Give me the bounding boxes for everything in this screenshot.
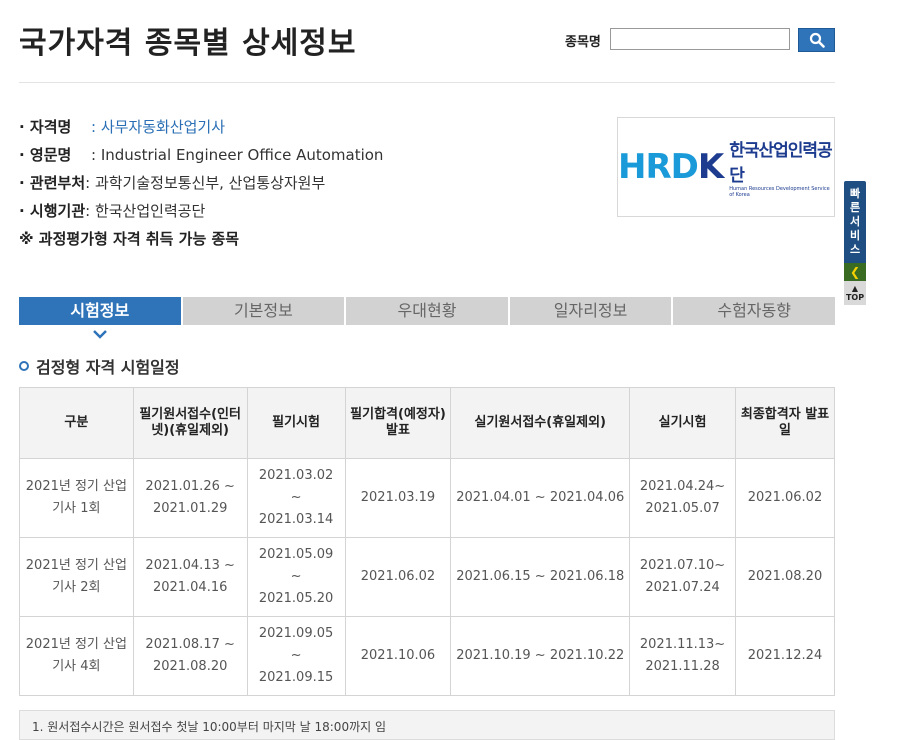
table-cell: 2021.08.20 bbox=[735, 537, 835, 617]
info-row-ministry: · 관련부처: 과학기술정보통신부, 산업통상자원부 bbox=[19, 169, 383, 197]
table-cell: 2021.10.06 bbox=[344, 616, 452, 696]
page-title: 국가자격 종목별 상세정보 bbox=[19, 26, 357, 61]
logo-name-en: Human Resources Development Service of K… bbox=[729, 186, 830, 198]
tab-examinee-trend[interactable]: 수험자동향 bbox=[673, 297, 835, 325]
table-cell: 2021.06.02 bbox=[735, 458, 835, 538]
table-cell: 2021.08.17 ~ 2021.08.20 bbox=[132, 616, 248, 696]
tab-preference[interactable]: 우대현황 bbox=[346, 297, 508, 325]
exam-schedule-table: 구분 필기원서접수(인터넷)(휴일제외) 필기시험 필기합격(예정자)발표 실기… bbox=[19, 387, 835, 696]
info-key: · 영문명 bbox=[19, 146, 72, 164]
table-row: 2021년 정기 산업기사 1회 2021.01.26 ~ 2021.01.29… bbox=[19, 458, 835, 538]
tab-job-info[interactable]: 일자리정보 bbox=[509, 297, 672, 325]
table-cell: 2021년 정기 산업기사 1회 bbox=[19, 458, 134, 538]
table-row: 2021년 정기 산업기사 4회 2021.08.17 ~ 2021.08.20… bbox=[19, 616, 835, 696]
table-cell: 2021.11.13~ 2021.11.28 bbox=[629, 616, 737, 696]
info-row-english: · 영문명 : Industrial Engineer Office Automa… bbox=[19, 141, 383, 169]
search-label: 종목명 bbox=[565, 35, 601, 50]
table-row: 2021년 정기 산업기사 2회 2021.04.13 ~ 2021.04.16… bbox=[19, 537, 835, 617]
column-header: 구분 bbox=[19, 387, 134, 459]
table-cell: 2021.10.19 ~ 2021.10.22 bbox=[450, 616, 631, 696]
table-cell: 2021.04.13 ~ 2021.04.16 bbox=[132, 537, 248, 617]
search-icon bbox=[809, 32, 825, 48]
scroll-top-button[interactable]: ▲ TOP bbox=[844, 281, 866, 305]
table-cell: 2021년 정기 산업기사 2회 bbox=[19, 537, 134, 617]
logo-text: 한국산업인력공단 Human Resources Development Ser… bbox=[729, 136, 834, 198]
column-header: 필기시험 bbox=[246, 387, 346, 459]
info-row-name: · 자격명 : 사무자동화산업기사 bbox=[19, 113, 383, 141]
table-cell: 2021.03.02 ~ 2021.03.14 bbox=[246, 458, 346, 538]
info-row-agency: · 시행기관: 한국산업인력공단 bbox=[19, 197, 383, 225]
table-cell: 2021.04.01 ~ 2021.04.06 bbox=[450, 458, 631, 538]
bullet-icon bbox=[19, 361, 29, 371]
column-header: 실기원서접수(휴일제외) bbox=[450, 387, 631, 459]
table-cell: 2021.01.26 ~ 2021.01.29 bbox=[132, 458, 248, 538]
table-cell: 2021.04.24~ 2021.05.07 bbox=[629, 458, 737, 538]
column-header: 최종합격자 발표일 bbox=[735, 387, 835, 459]
tab-exam-info[interactable]: 시험정보 bbox=[19, 297, 181, 325]
search-input[interactable] bbox=[610, 28, 790, 50]
quick-service-button[interactable]: 빠 른 서 비 스 bbox=[844, 181, 866, 263]
table-cell: 2021년 정기 산업기사 4회 bbox=[19, 616, 134, 696]
column-header: 필기합격(예정자)발표 bbox=[344, 387, 452, 459]
table-cell: 2021.07.10~ 2021.07.24 bbox=[629, 537, 737, 617]
footer-note: 1. 원서접수시간은 원서접수 첫날 10:00부터 마지막 날 18:00까지… bbox=[19, 710, 835, 740]
column-header: 실기시험 bbox=[629, 387, 737, 459]
quick-service-panel: 빠 른 서 비 스 ❮ ▲ TOP bbox=[844, 181, 866, 309]
qualification-info: · 자격명 : 사무자동화산업기사 · 영문명 : Industrial Engin… bbox=[19, 113, 383, 253]
table-cell: 2021.06.02 bbox=[344, 537, 452, 617]
info-tabs: 시험정보 기본정보 우대현황 일자리정보 수험자동향 bbox=[19, 297, 835, 325]
logo-name-kr: 한국산업인력공단 bbox=[729, 141, 832, 186]
table-cell: 2021.05.09 ~ 2021.05.20 bbox=[246, 537, 346, 617]
info-value: : 과학기술정보통신부, 산업통상자원부 bbox=[85, 174, 326, 192]
process-evaluation-note: ※ 과정평가형 자격 취득 가능 종목 bbox=[19, 230, 240, 248]
title-divider bbox=[19, 82, 835, 83]
chevron-left-icon[interactable]: ❮ bbox=[844, 263, 866, 281]
info-key: · 관련부처 bbox=[19, 174, 86, 192]
table-cell: 2021.03.19 bbox=[344, 458, 452, 538]
table-cell: 2021.09.05 ~ 2021.09.15 bbox=[246, 616, 346, 696]
column-header: 필기원서접수(인터넷)(휴일제외) bbox=[132, 387, 248, 459]
info-key: · 시행기관 bbox=[19, 202, 86, 220]
qualification-name-link[interactable]: : 사무자동화산업기사 bbox=[91, 118, 225, 136]
table-header-row: 구분 필기원서접수(인터넷)(휴일제외) 필기시험 필기합격(예정자)발표 실기… bbox=[19, 387, 835, 459]
section-title: 검정형 자격 시험일정 bbox=[19, 354, 180, 378]
caret-up-icon: ▲ bbox=[851, 284, 859, 293]
info-value: : Industrial Engineer Office Automation bbox=[91, 146, 384, 164]
info-key: · 자격명 bbox=[19, 118, 72, 136]
info-value: : 한국산업인력공단 bbox=[85, 202, 206, 220]
logo-mark: HRDK bbox=[618, 147, 724, 187]
table-cell: 2021.12.24 bbox=[735, 616, 835, 696]
chevron-down-icon bbox=[93, 330, 107, 339]
search-button[interactable] bbox=[798, 28, 835, 52]
hrdk-logo: HRDK 한국산업인력공단 Human Resources Developmen… bbox=[617, 117, 835, 217]
tab-basic-info[interactable]: 기본정보 bbox=[182, 297, 345, 325]
table-cell: 2021.06.15 ~ 2021.06.18 bbox=[450, 537, 631, 617]
